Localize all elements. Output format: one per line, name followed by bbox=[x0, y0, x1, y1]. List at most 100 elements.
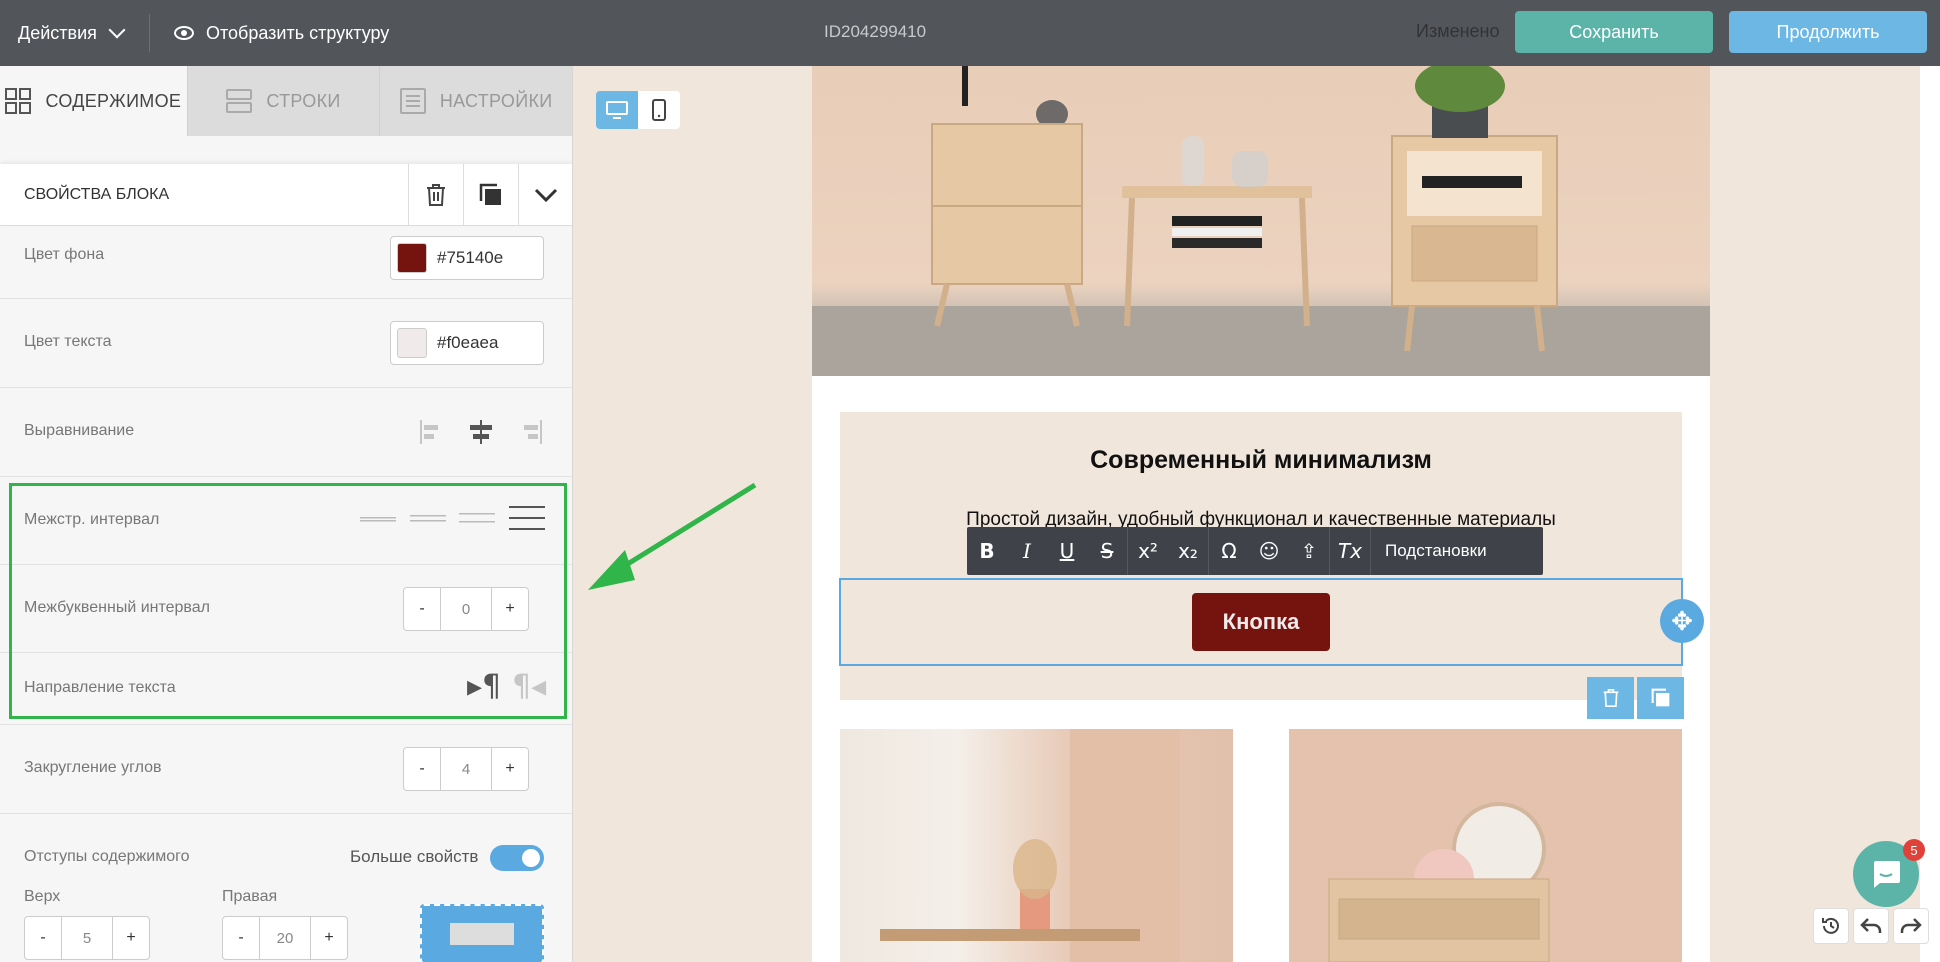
text-color-label: Цвет текста bbox=[24, 333, 112, 350]
tab-content-label: СОДЕРЖИМОЕ bbox=[45, 90, 182, 111]
bold-button[interactable]: B bbox=[967, 527, 1007, 575]
tab-rows[interactable]: СТРОКИ bbox=[187, 66, 381, 136]
substitutions-button[interactable]: Подстановки bbox=[1371, 541, 1501, 561]
document-id: ID204299410 bbox=[824, 22, 927, 41]
annotation-arrow-icon bbox=[588, 482, 757, 590]
align-center-icon[interactable] bbox=[468, 418, 494, 446]
padding-label: Отступы содержимого bbox=[24, 848, 190, 865]
delete-block-button[interactable] bbox=[408, 163, 463, 226]
block-properties-header: СВОЙСТВА БЛОКА bbox=[0, 163, 572, 226]
undo-button[interactable] bbox=[1853, 908, 1889, 944]
email-cta-button[interactable]: Кнопка bbox=[1192, 593, 1330, 651]
padding-right-value[interactable]: 20 bbox=[259, 917, 311, 959]
padding-top-minus[interactable]: - bbox=[25, 917, 61, 959]
product-image-right[interactable] bbox=[1289, 729, 1682, 962]
desktop-icon bbox=[606, 101, 628, 119]
show-structure-label: Отобразить структуру bbox=[206, 22, 390, 43]
tab-content[interactable]: СОДЕРЖИМОЕ bbox=[0, 66, 188, 136]
panel-tabs: СОДЕРЖИМОЕ СТРОКИ НАСТРОЙКИ bbox=[0, 66, 572, 136]
padding-right-minus[interactable]: - bbox=[223, 917, 259, 959]
move-handle-icon[interactable]: ✥ bbox=[1660, 599, 1704, 643]
border-radius-plus[interactable]: + bbox=[492, 748, 528, 790]
actions-menu[interactable]: Действия bbox=[0, 14, 150, 52]
padding-top-label: Верх bbox=[24, 888, 61, 905]
text-color-value: #f0eaea bbox=[437, 333, 499, 352]
padding-top-stepper[interactable]: - 5 + bbox=[24, 916, 150, 960]
padding-preview-box bbox=[450, 923, 514, 945]
hero-image[interactable] bbox=[812, 66, 1710, 376]
text-format-toolbar: B I U S x² x₂ Ω ☺ ⇪ Tx Подстановки bbox=[967, 527, 1543, 575]
device-switcher bbox=[596, 91, 680, 129]
border-radius-value[interactable]: 4 bbox=[440, 748, 492, 790]
more-properties-toggle[interactable] bbox=[490, 845, 544, 871]
continue-button[interactable]: Продолжить bbox=[1729, 11, 1927, 53]
align-right-icon[interactable] bbox=[518, 418, 542, 446]
block-actions bbox=[1587, 677, 1687, 719]
more-properties-label: Больше свойств bbox=[350, 847, 479, 866]
duplicate-block-canvas-button[interactable] bbox=[1637, 677, 1684, 719]
highlight-frame bbox=[9, 483, 567, 719]
chevron-down-icon bbox=[108, 21, 126, 39]
upload-button[interactable]: ⇪ bbox=[1289, 527, 1329, 575]
clear-format-button[interactable]: Tx bbox=[1330, 527, 1370, 575]
italic-button[interactable]: I bbox=[1007, 527, 1047, 575]
special-chars-button[interactable]: Ω bbox=[1209, 527, 1249, 575]
subscript-button[interactable]: x₂ bbox=[1168, 527, 1208, 575]
border-radius-minus[interactable]: - bbox=[404, 748, 440, 790]
canvas-scrollbar[interactable] bbox=[1920, 66, 1940, 962]
redo-icon bbox=[1900, 918, 1922, 933]
history-controls bbox=[1813, 908, 1933, 944]
padding-top-plus[interactable]: + bbox=[113, 917, 149, 959]
delete-block-canvas-button[interactable] bbox=[1587, 677, 1634, 719]
bg-color-label: Цвет фона bbox=[24, 246, 105, 263]
padding-top-value[interactable]: 5 bbox=[61, 917, 113, 959]
bg-color-input[interactable]: #75140e bbox=[390, 236, 544, 280]
bg-color-swatch[interactable] bbox=[397, 243, 427, 273]
redo-button[interactable] bbox=[1893, 908, 1929, 944]
history-button[interactable] bbox=[1813, 908, 1849, 944]
mobile-view-button[interactable] bbox=[638, 91, 680, 129]
tab-settings[interactable]: НАСТРОЙКИ bbox=[380, 66, 572, 136]
collapse-button[interactable] bbox=[518, 163, 572, 226]
tab-rows-label: СТРОКИ bbox=[266, 90, 341, 111]
show-structure-button[interactable]: Отобразить структуру bbox=[174, 23, 389, 44]
bg-color-value: #75140e bbox=[437, 248, 504, 267]
underline-button[interactable]: U bbox=[1047, 527, 1087, 575]
desktop-view-button[interactable] bbox=[596, 91, 638, 129]
alignment-label: Выравнивание bbox=[24, 422, 135, 439]
eye-icon bbox=[174, 26, 194, 40]
text-color-input[interactable]: #f0eaea bbox=[390, 321, 544, 365]
align-left-icon[interactable] bbox=[420, 418, 444, 446]
border-radius-label: Закругление углов bbox=[24, 759, 162, 776]
duplicate-block-button[interactable] bbox=[463, 163, 518, 226]
padding-right-stepper[interactable]: - 20 + bbox=[222, 916, 348, 960]
emoji-button[interactable]: ☺ bbox=[1249, 527, 1289, 575]
tab-settings-label: НАСТРОЙКИ bbox=[439, 90, 553, 111]
save-button[interactable]: Сохранить bbox=[1515, 11, 1713, 53]
trash-icon bbox=[427, 183, 445, 206]
status-text: Изменено bbox=[1416, 21, 1500, 41]
chat-icon bbox=[1874, 861, 1900, 888]
product-image-left[interactable] bbox=[840, 729, 1233, 962]
email-heading[interactable]: Современный минимализм bbox=[840, 446, 1682, 475]
chevron-down-icon bbox=[534, 188, 558, 202]
strikethrough-button[interactable]: S bbox=[1087, 527, 1127, 575]
bg-color-row: Цвет фона #75140e bbox=[0, 226, 572, 299]
duplicate-icon bbox=[479, 183, 501, 205]
trash-icon bbox=[1603, 689, 1618, 707]
settings-doc-icon bbox=[399, 88, 426, 114]
undo-icon bbox=[1860, 918, 1882, 933]
grid-icon bbox=[5, 88, 32, 114]
border-radius-stepper[interactable]: - 4 + bbox=[403, 747, 529, 791]
chat-badge: 5 bbox=[1903, 839, 1925, 861]
text-color-row: Цвет текста #f0eaea bbox=[0, 299, 572, 388]
padding-right-plus[interactable]: + bbox=[311, 917, 347, 959]
border-radius-row: Закругление углов - 4 + bbox=[0, 725, 572, 814]
mobile-icon bbox=[652, 99, 666, 121]
alignment-row: Выравнивание bbox=[0, 388, 572, 477]
history-icon bbox=[1822, 917, 1839, 934]
padding-right-label: Правая bbox=[222, 888, 278, 905]
superscript-button[interactable]: x² bbox=[1128, 527, 1168, 575]
support-chat-button[interactable]: 5 bbox=[1853, 839, 1925, 907]
text-color-swatch[interactable] bbox=[397, 328, 427, 358]
